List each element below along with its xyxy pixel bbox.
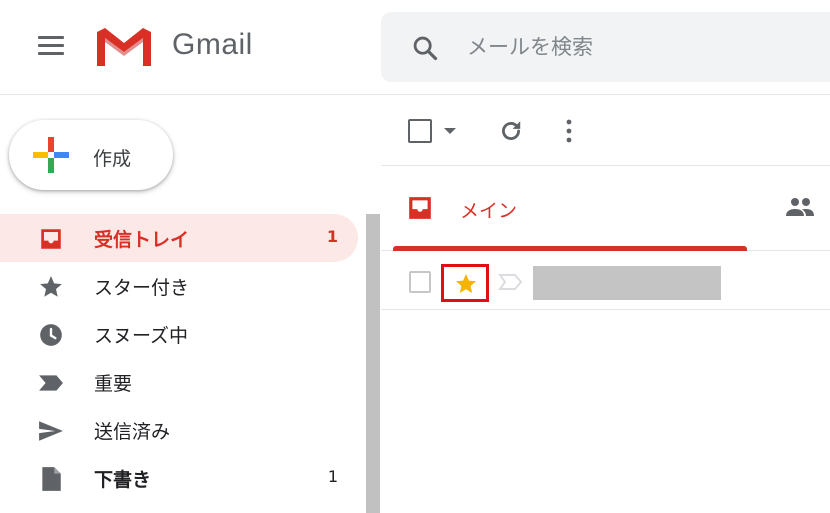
sidebar-item-label: 送信済み bbox=[94, 421, 171, 443]
sidebar-item-snoozed[interactable]: スヌーズ中 bbox=[0, 310, 358, 358]
top-header: Gmail bbox=[0, 0, 830, 95]
tab-main[interactable]: メイン bbox=[393, 167, 747, 251]
gmail-logo-icon[interactable] bbox=[95, 26, 153, 68]
sidebar-item-label: 受信トレイ bbox=[94, 229, 190, 251]
sidebar-item-drafts[interactable]: 下書き 1 bbox=[0, 454, 358, 502]
importance-marker-icon[interactable] bbox=[498, 272, 524, 292]
email-row[interactable] bbox=[381, 252, 830, 310]
chevron-down-icon[interactable] bbox=[443, 126, 457, 136]
refresh-icon[interactable] bbox=[498, 118, 524, 144]
sidebar-scrollbar[interactable] bbox=[366, 214, 380, 513]
clock-icon bbox=[40, 324, 62, 346]
menu-bar bbox=[38, 36, 64, 39]
menu-bar bbox=[38, 44, 64, 47]
sidebar-item-sent[interactable]: 送信済み bbox=[0, 406, 358, 454]
sidebar-item-label: スヌーズ中 bbox=[94, 325, 189, 347]
star-icon bbox=[456, 274, 476, 293]
star-icon bbox=[40, 276, 62, 297]
search-bar bbox=[381, 12, 830, 82]
star-toggle[interactable] bbox=[441, 264, 489, 302]
sidebar: 作成 受信トレイ 1 スター付き スヌーズ中 重要 送信済み 下書き 1 bbox=[0, 96, 366, 513]
category-tabs: メイン bbox=[381, 167, 830, 251]
unread-count: 1 bbox=[326, 227, 338, 246]
label-important-icon bbox=[39, 375, 63, 391]
sidebar-item-label: 下書き bbox=[94, 469, 152, 491]
compose-button[interactable]: 作成 bbox=[9, 120, 173, 190]
main-panel: メイン bbox=[381, 96, 830, 513]
people-icon[interactable] bbox=[785, 195, 815, 219]
sidebar-item-label: スター付き bbox=[94, 277, 190, 299]
compose-plus-icon bbox=[33, 137, 69, 173]
inbox-icon bbox=[41, 229, 61, 249]
search-input[interactable] bbox=[467, 32, 827, 62]
menu-bar bbox=[38, 52, 64, 55]
toolbar bbox=[381, 96, 830, 166]
more-vert-icon[interactable] bbox=[561, 118, 577, 144]
sidebar-item-inbox[interactable]: 受信トレイ 1 bbox=[0, 214, 358, 262]
search-icon[interactable] bbox=[411, 34, 439, 62]
draft-icon bbox=[42, 467, 61, 491]
gmail-wordmark[interactable]: Gmail bbox=[172, 28, 253, 62]
tab-active-indicator bbox=[393, 246, 747, 251]
send-icon bbox=[39, 421, 63, 441]
select-all-checkbox[interactable] bbox=[408, 119, 432, 143]
compose-label: 作成 bbox=[93, 148, 132, 170]
sidebar-item-important[interactable]: 重要 bbox=[0, 358, 358, 406]
sidebar-item-starred[interactable]: スター付き bbox=[0, 262, 358, 310]
redacted-sender bbox=[533, 266, 721, 300]
sidebar-item-label: 重要 bbox=[94, 373, 133, 395]
draft-count: 1 bbox=[327, 467, 338, 486]
email-select-checkbox[interactable] bbox=[409, 271, 431, 293]
tab-main-label: メイン bbox=[460, 200, 518, 222]
main-menu-button[interactable] bbox=[38, 36, 64, 58]
inbox-icon bbox=[409, 197, 431, 219]
